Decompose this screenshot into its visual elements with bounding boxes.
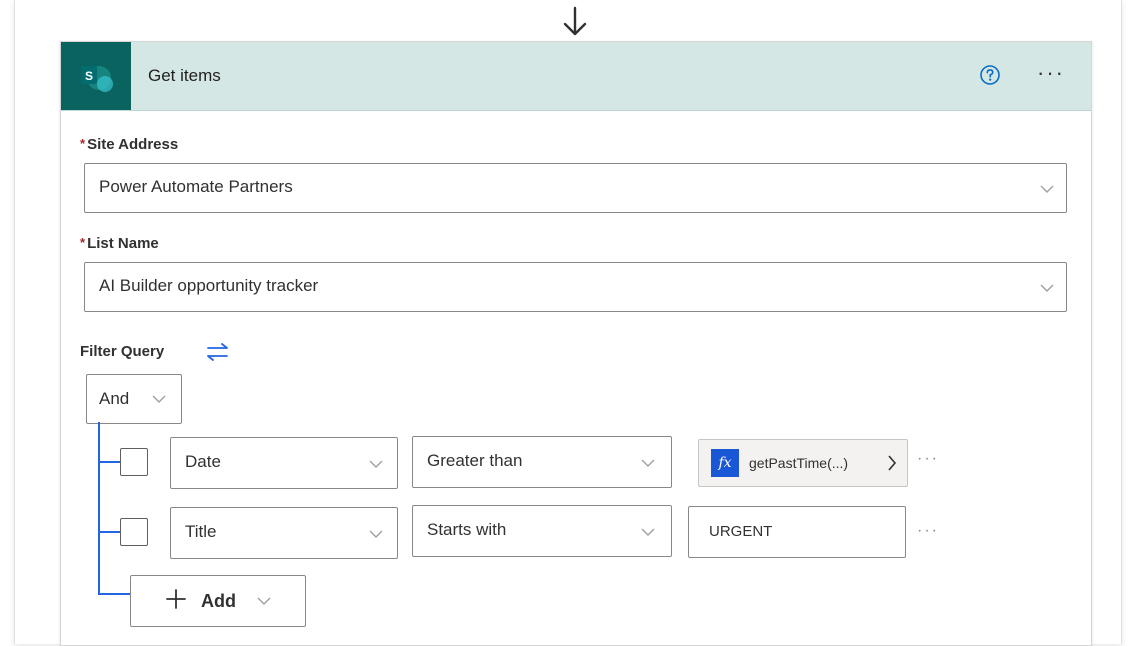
required-marker: *	[80, 235, 86, 250]
list-name-label-text: List Name	[87, 235, 159, 252]
tree-connector	[98, 422, 100, 594]
chevron-right-icon[interactable]	[887, 454, 897, 472]
card-title: Get items	[148, 66, 221, 85]
filter-value-text: URGENT	[709, 523, 773, 540]
arrow-down-icon	[563, 6, 587, 36]
group-operator-value: And	[99, 389, 130, 408]
add-button[interactable]: Add	[130, 575, 306, 627]
svg-text:S: S	[85, 69, 93, 83]
more-options-icon[interactable]: ···	[1037, 60, 1065, 86]
tree-connector	[98, 531, 120, 533]
chevron-down-icon	[369, 460, 383, 468]
site-address-value: Power Automate Partners	[99, 177, 293, 196]
row-more-icon[interactable]: ···	[917, 450, 939, 468]
plus-icon	[166, 589, 186, 609]
expression-token[interactable]: fx getPastTime(...)	[698, 439, 908, 487]
chevron-down-icon	[369, 530, 383, 538]
list-name-label: * List Name	[80, 235, 159, 252]
group-operator-dropdown[interactable]: And	[86, 374, 182, 424]
site-address-label-text: Site Address	[87, 136, 179, 153]
filter-operator-value: Greater than	[427, 451, 523, 470]
card-header[interactable]: S Get items ···	[61, 42, 1091, 111]
filter-operator-dropdown[interactable]: Starts with	[412, 505, 672, 557]
row-checkbox[interactable]	[120, 448, 148, 476]
filter-field-dropdown[interactable]: Date	[170, 437, 398, 489]
switch-mode-icon[interactable]	[205, 343, 231, 361]
fx-icon: fx	[711, 449, 739, 477]
expression-token-label: getPastTime(...)	[749, 455, 849, 471]
add-button-label: Add	[201, 591, 236, 611]
required-marker: *	[80, 136, 86, 151]
tree-connector	[98, 593, 132, 595]
filter-field-value: Title	[185, 522, 217, 541]
site-address-label: * Site Address	[80, 136, 178, 153]
filter-value-input[interactable]: URGENT	[688, 506, 906, 558]
chevron-down-icon	[641, 459, 655, 467]
list-name-value: AI Builder opportunity tracker	[99, 276, 319, 295]
row-more-icon[interactable]: ···	[917, 522, 939, 540]
chevron-down-icon	[257, 597, 271, 605]
filter-operator-value: Starts with	[427, 520, 507, 539]
filter-field-value: Date	[185, 452, 221, 471]
sharepoint-icon: S	[61, 42, 131, 110]
row-checkbox[interactable]	[120, 518, 148, 546]
site-address-dropdown[interactable]: Power Automate Partners	[84, 163, 1067, 213]
help-icon[interactable]	[979, 64, 1001, 86]
filter-field-dropdown[interactable]: Title	[170, 507, 398, 559]
list-name-dropdown[interactable]: AI Builder opportunity tracker	[84, 262, 1067, 312]
filter-query-label: Filter Query	[80, 343, 165, 360]
chevron-down-icon	[641, 528, 655, 536]
filter-operator-dropdown[interactable]: Greater than	[412, 436, 672, 488]
chevron-down-icon	[1040, 185, 1054, 193]
tree-connector	[98, 461, 120, 463]
chevron-down-icon	[1040, 284, 1054, 292]
chevron-down-icon	[152, 395, 166, 403]
